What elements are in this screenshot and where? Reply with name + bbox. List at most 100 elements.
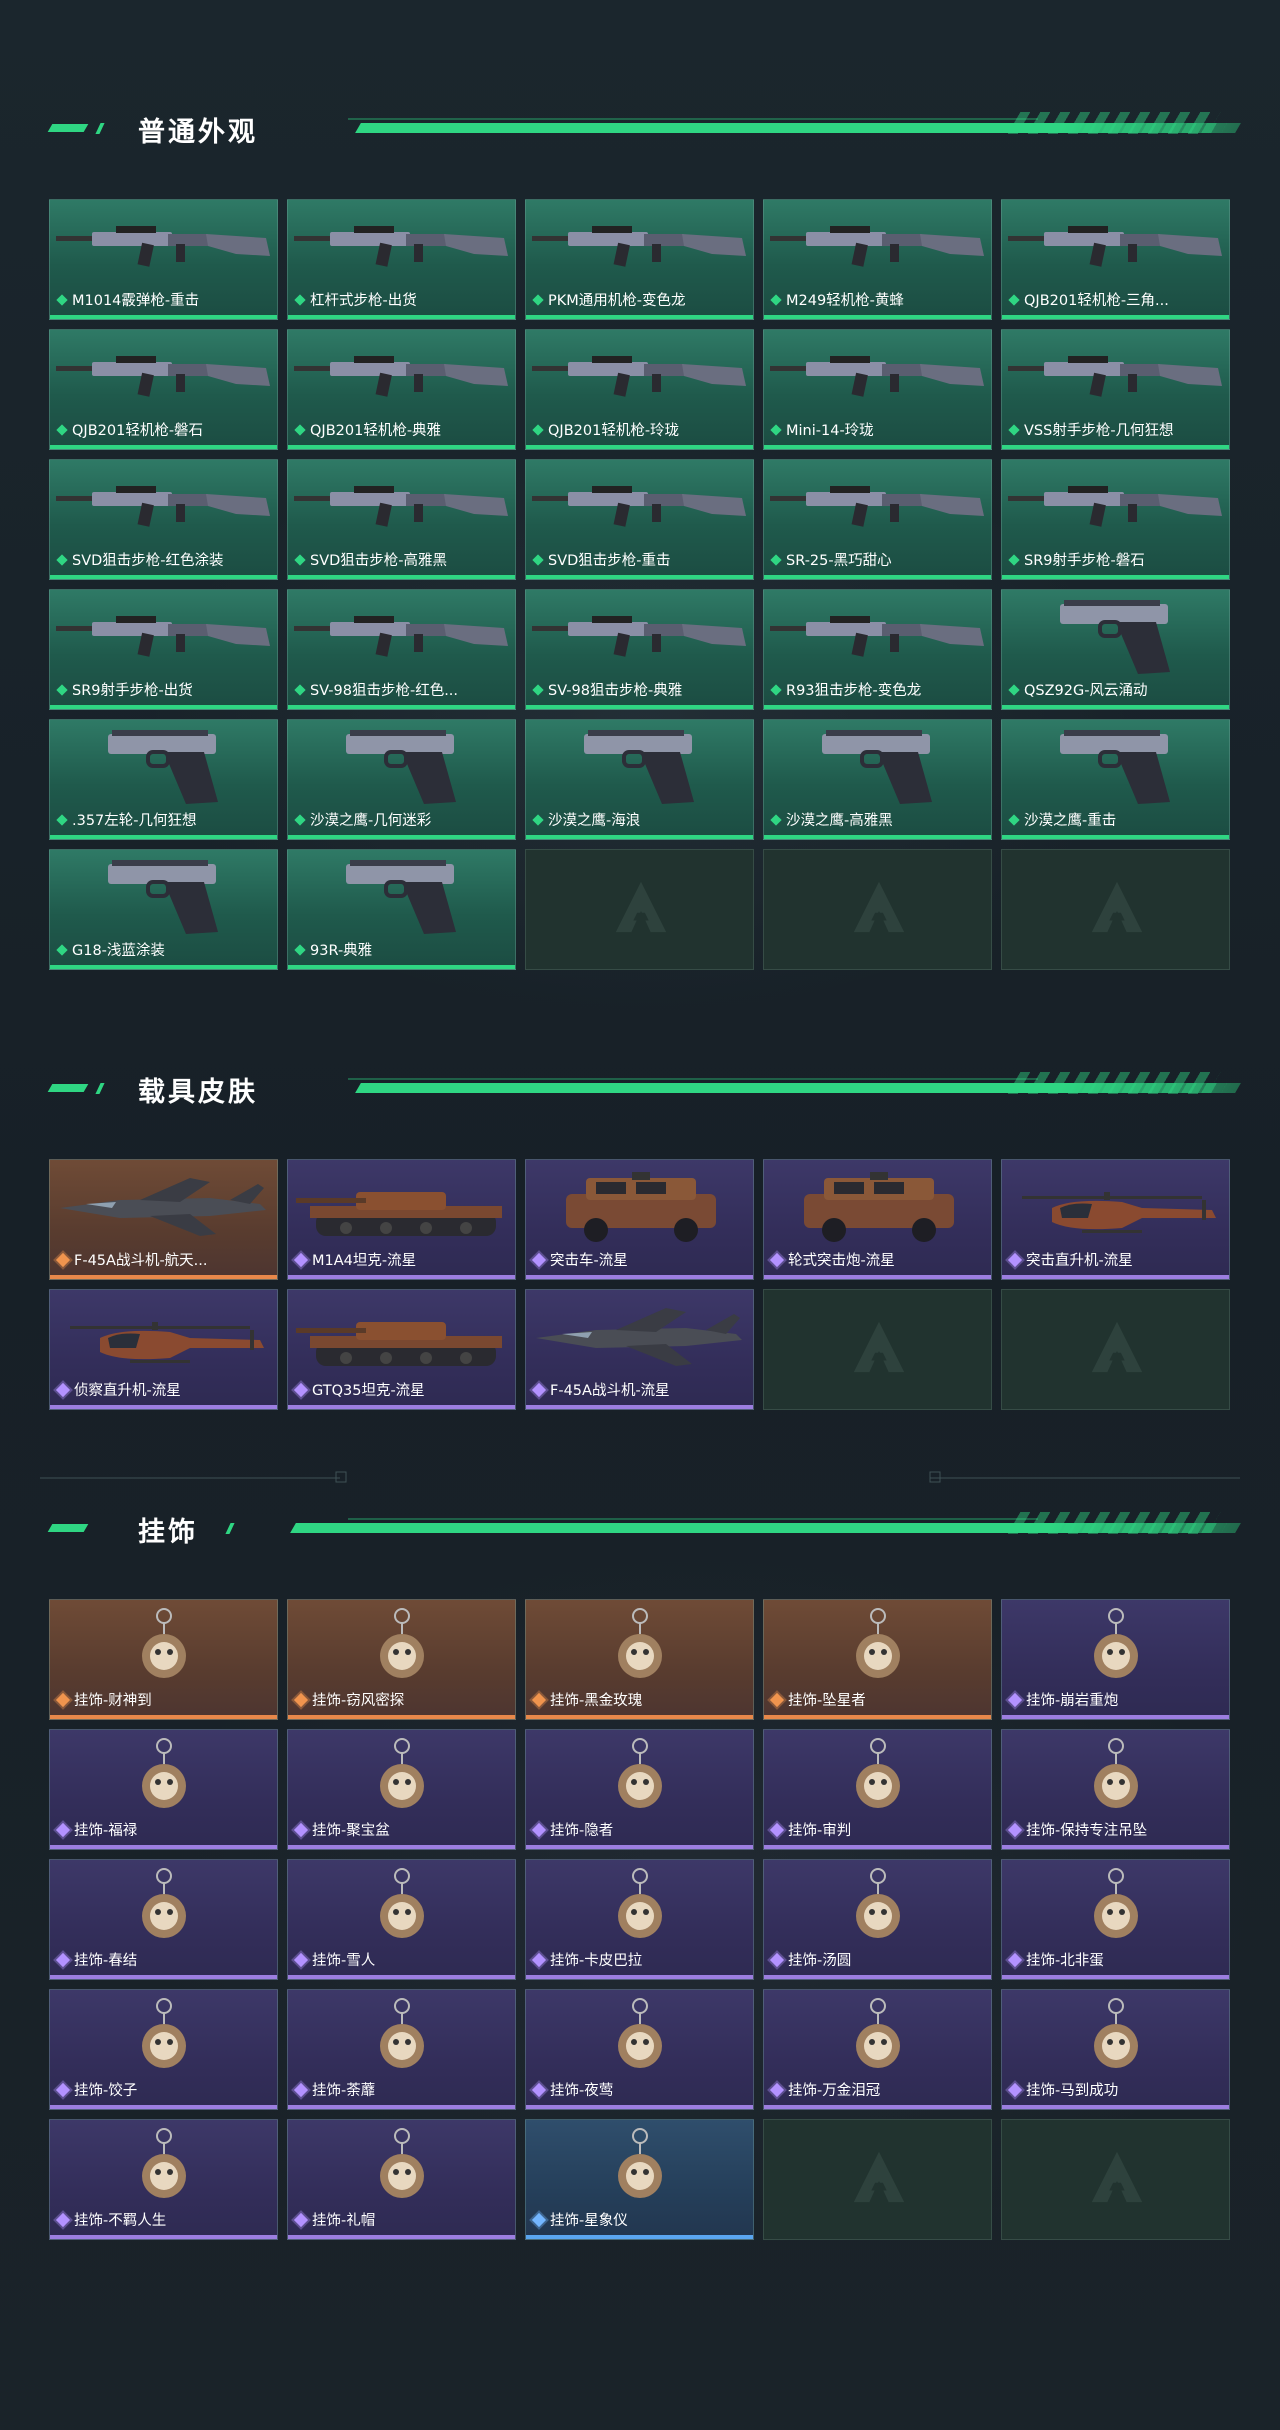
rarity-diamond-icon <box>294 813 306 826</box>
item-card[interactable]: 挂饰-雪人 <box>287 1859 516 1980</box>
item-card[interactable]: 杠杆式步枪-出货 <box>287 199 516 320</box>
item-label: 挂饰-保持专注吊坠 <box>1026 1823 1148 1839</box>
car-image <box>764 1164 991 1246</box>
item-label-row: .357左轮-几何狂想 <box>56 809 197 830</box>
item-card[interactable]: QJB201轻机枪-玲珑 <box>525 329 754 450</box>
item-card[interactable]: 挂饰-荼蘼 <box>287 1989 516 2110</box>
gun-image <box>288 464 515 546</box>
item-card[interactable]: SVD狙击步枪-重击 <box>525 459 754 580</box>
item-label: 挂饰-春结 <box>74 1953 138 1969</box>
rarity-diamond-icon <box>56 553 68 566</box>
item-card[interactable]: 挂饰-聚宝盆 <box>287 1729 516 1850</box>
item-card[interactable]: 挂饰-财神到 <box>49 1599 278 1720</box>
item-label: R93狙击步枪-变色龙 <box>786 683 922 699</box>
item-label: QSZ92G-风云涌动 <box>1024 683 1148 699</box>
item-card[interactable]: F-45A战斗机-流星 <box>525 1289 754 1410</box>
item-label: SR9射手步枪-磐石 <box>1024 553 1145 569</box>
item-card[interactable]: 沙漠之鹰-海浪 <box>525 719 754 840</box>
item-card[interactable]: 挂饰-黑金玫瑰 <box>525 1599 754 1720</box>
item-card[interactable]: QSZ92G-风云涌动 <box>1001 589 1230 710</box>
gun-image <box>764 594 991 676</box>
item-card[interactable]: 挂饰-夜莺 <box>525 1989 754 2110</box>
item-card[interactable]: 挂饰-春结 <box>49 1859 278 1980</box>
item-card[interactable]: 挂饰-坠星者 <box>763 1599 992 1720</box>
item-card[interactable]: 挂饰-北非蛋 <box>1001 1859 1230 1980</box>
item-card[interactable]: 挂饰-星象仪 <box>525 2119 754 2240</box>
item-card[interactable]: M1014霰弹枪-重击 <box>49 199 278 320</box>
rarity-diamond-icon <box>770 553 782 566</box>
item-card[interactable]: SR9射手步枪-磐石 <box>1001 459 1230 580</box>
item-label-row: SV-98狙击步枪-红色... <box>294 679 458 700</box>
item-card[interactable]: 挂饰-崩岩重炮 <box>1001 1599 1230 1720</box>
item-card[interactable]: 挂饰-饺子 <box>49 1989 278 2110</box>
item-card[interactable]: 挂饰-马到成功 <box>1001 1989 1230 2110</box>
pistol-image <box>288 724 515 806</box>
item-card[interactable]: SVD狙击步枪-红色涂装 <box>49 459 278 580</box>
item-card[interactable]: R93狙击步枪-变色龙 <box>763 589 992 710</box>
rarity-diamond-icon <box>532 553 544 566</box>
item-card[interactable]: 挂饰-汤圆 <box>763 1859 992 1980</box>
item-card[interactable]: SR9射手步枪-出货 <box>49 589 278 710</box>
item-card[interactable]: 突击车-流星 <box>525 1159 754 1280</box>
item-card[interactable]: 沙漠之鹰-重击 <box>1001 719 1230 840</box>
rarity-diamond-icon <box>532 293 544 306</box>
rarity-diamond-icon <box>56 943 68 956</box>
item-card[interactable]: 挂饰-窃风密探 <box>287 1599 516 1720</box>
rarity-diamond-icon <box>1008 293 1020 306</box>
item-label-row: SR9射手步枪-出货 <box>56 679 193 700</box>
item-label-row: 沙漠之鹰-几何迷彩 <box>294 809 431 830</box>
item-card[interactable]: 挂饰-审判 <box>763 1729 992 1850</box>
item-card[interactable]: 93R-典雅 <box>287 849 516 970</box>
item-card[interactable]: 突击直升机-流星 <box>1001 1159 1230 1280</box>
item-card[interactable]: GTQ35坦克-流星 <box>287 1289 516 1410</box>
item-card[interactable]: SV-98狙击步枪-红色... <box>287 589 516 710</box>
item-card[interactable]: 挂饰-不羁人生 <box>49 2119 278 2240</box>
item-card[interactable]: .357左轮-几何狂想 <box>49 719 278 840</box>
item-label: 挂饰-马到成功 <box>1026 2083 1119 2099</box>
logo-placeholder-icon <box>1091 2151 1143 2203</box>
item-label: 轮式突击炮-流星 <box>788 1253 895 1269</box>
item-card[interactable]: 挂饰-隐者 <box>525 1729 754 1850</box>
item-label: 挂饰-隐者 <box>550 1823 614 1839</box>
item-card[interactable]: VSS射手步枪-几何狂想 <box>1001 329 1230 450</box>
rarity-diamond-icon <box>55 1952 71 1967</box>
item-card[interactable]: F-45A战斗机-航天... <box>49 1159 278 1280</box>
item-card[interactable]: QJB201轻机枪-三角... <box>1001 199 1230 320</box>
item-card[interactable]: M1A4坦克-流星 <box>287 1159 516 1280</box>
rarity-diamond-icon <box>531 1822 547 1837</box>
item-label: 突击车-流星 <box>550 1253 628 1269</box>
item-card[interactable]: 轮式突击炮-流星 <box>763 1159 992 1280</box>
item-card[interactable]: 沙漠之鹰-高雅黑 <box>763 719 992 840</box>
item-card[interactable]: 沙漠之鹰-几何迷彩 <box>287 719 516 840</box>
gun-image <box>764 204 991 286</box>
item-card[interactable]: QJB201轻机枪-磐石 <box>49 329 278 450</box>
item-card[interactable]: SR-25-黑巧甜心 <box>763 459 992 580</box>
item-card[interactable]: 挂饰-福禄 <box>49 1729 278 1850</box>
item-card[interactable]: 挂饰-礼帽 <box>287 2119 516 2240</box>
item-card[interactable]: 挂饰-保持专注吊坠 <box>1001 1729 1230 1850</box>
item-card[interactable]: M249轻机枪-黄蜂 <box>763 199 992 320</box>
item-card[interactable]: QJB201轻机枪-典雅 <box>287 329 516 450</box>
item-label: 挂饰-聚宝盆 <box>312 1823 390 1839</box>
rarity-diamond-icon <box>769 2082 785 2097</box>
item-label-row: 挂饰-卡皮巴拉 <box>531 1949 642 1970</box>
charm-image <box>50 2124 277 2206</box>
item-card[interactable]: 挂饰-万金泪冠 <box>763 1989 992 2110</box>
item-card[interactable]: SV-98狙击步枪-典雅 <box>525 589 754 710</box>
rarity-diamond-icon <box>770 423 782 436</box>
item-label: VSS射手步枪-几何狂想 <box>1024 423 1174 439</box>
item-card[interactable]: 侦察直升机-流星 <box>49 1289 278 1410</box>
pistol-image <box>1002 594 1229 676</box>
item-label: 挂饰-不羁人生 <box>74 2213 167 2229</box>
rarity-diamond-icon <box>55 1382 71 1397</box>
item-card[interactable]: Mini-14-玲珑 <box>763 329 992 450</box>
item-card[interactable]: SVD狙击步枪-高雅黑 <box>287 459 516 580</box>
item-card[interactable]: 挂饰-卡皮巴拉 <box>525 1859 754 1980</box>
item-card[interactable]: G18-浅蓝涂装 <box>49 849 278 970</box>
tank-image <box>288 1164 515 1246</box>
rarity-diamond-icon <box>531 2082 547 2097</box>
item-label-row: 杠杆式步枪-出货 <box>294 289 417 310</box>
item-card[interactable]: PKM通用机枪-变色龙 <box>525 199 754 320</box>
item-label-row: 挂饰-礼帽 <box>293 2209 375 2230</box>
rarity-diamond-icon <box>56 813 68 826</box>
